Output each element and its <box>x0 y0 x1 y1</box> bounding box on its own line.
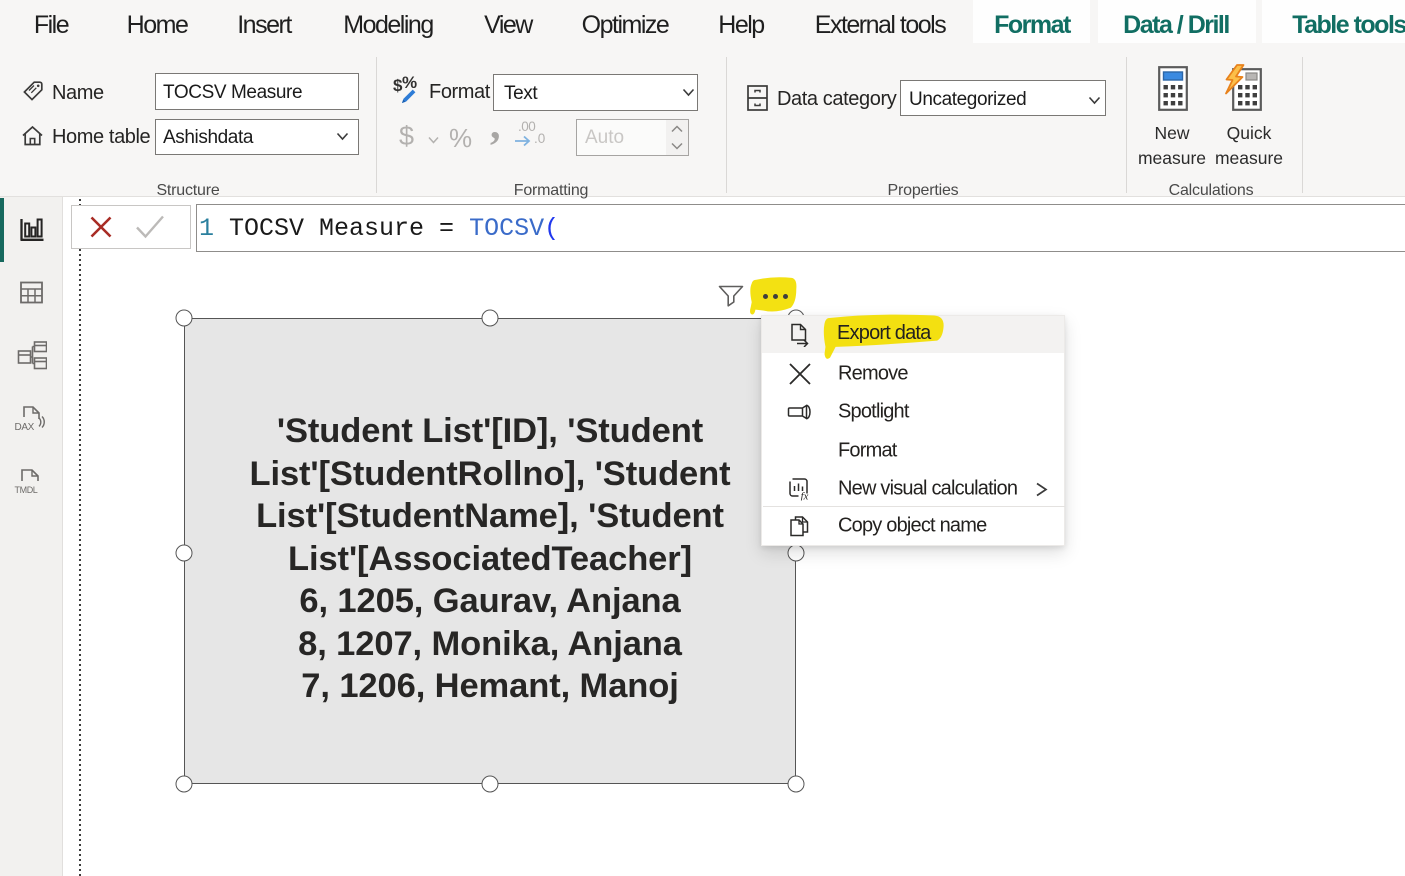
svg-text:fx: fx <box>801 491 809 501</box>
svg-text:DAX: DAX <box>15 422 35 432</box>
svg-text:TMDL: TMDL <box>15 485 38 495</box>
